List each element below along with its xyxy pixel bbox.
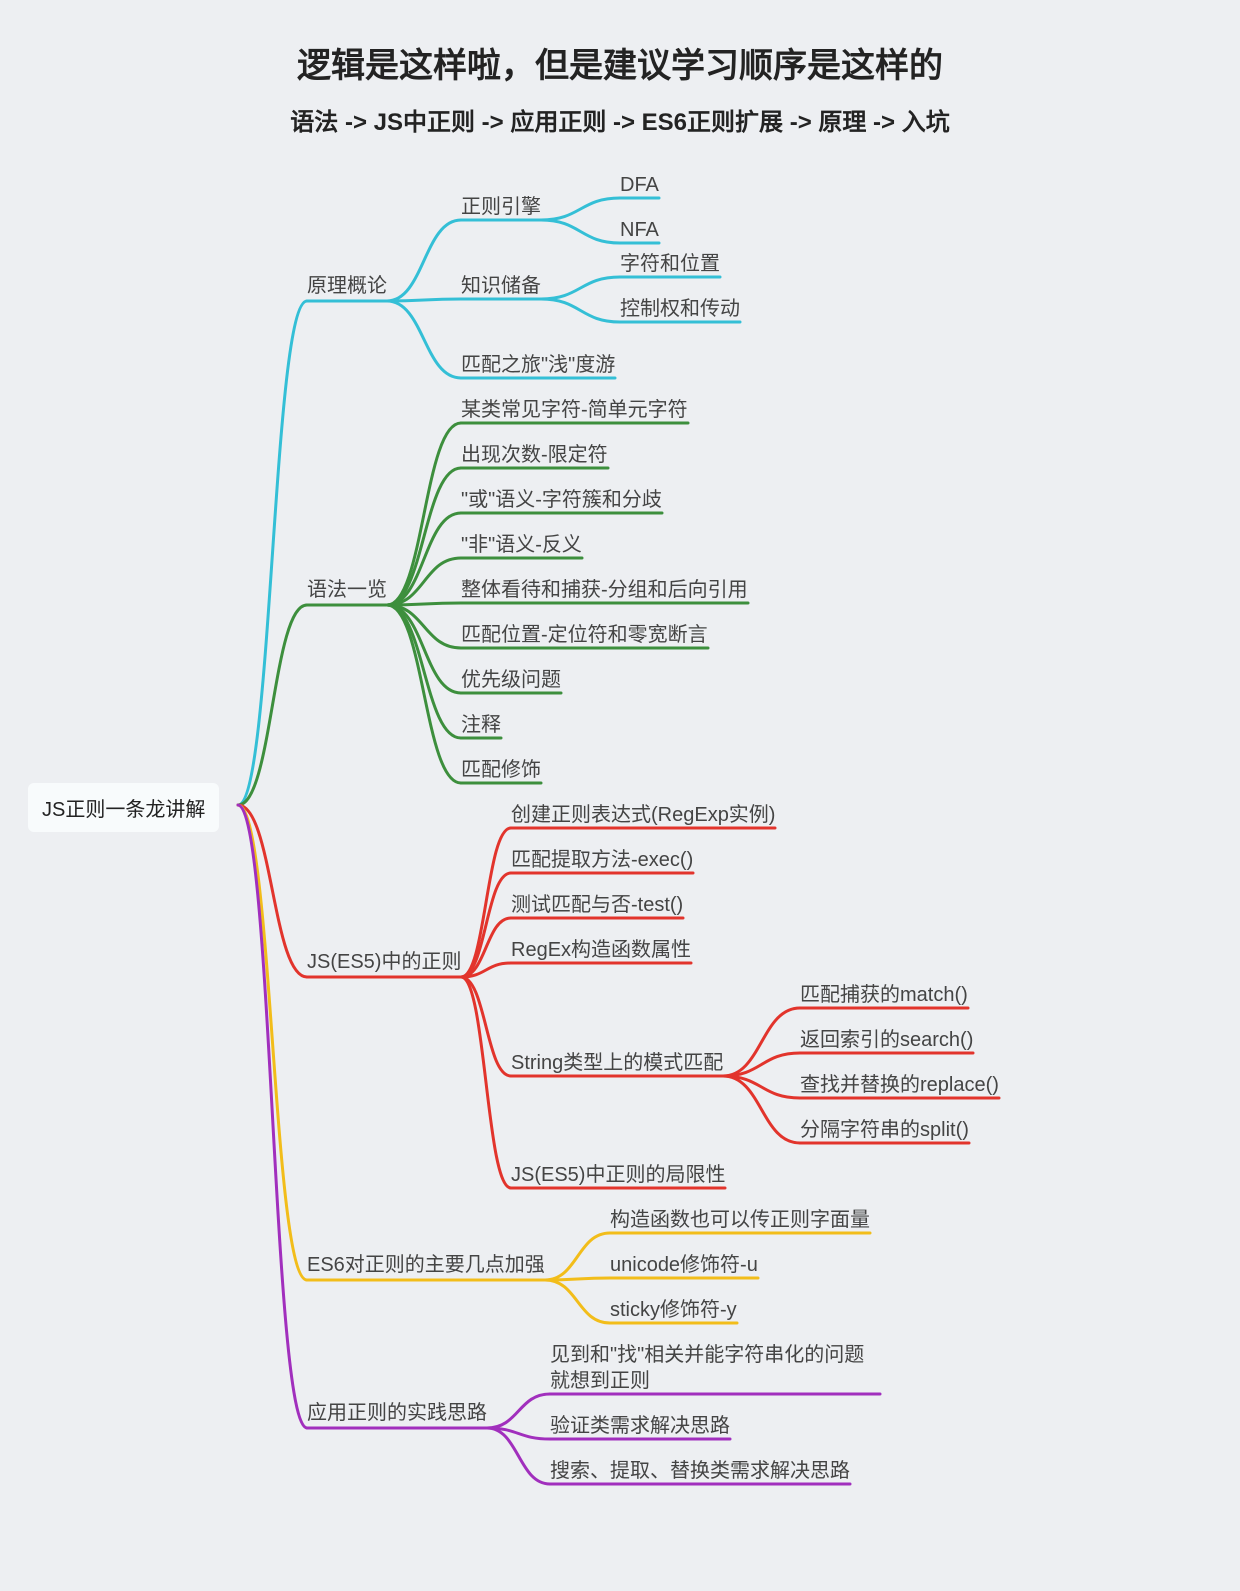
node-b3c6: JS(ES5)中正则的局限性: [511, 1162, 725, 1188]
node-b1c1b: NFA: [620, 217, 659, 243]
node-b3c5b: 返回索引的search(): [800, 1027, 973, 1053]
node-b1c1a: DFA: [620, 172, 659, 198]
node-b2c6: 匹配位置-定位符和零宽断言: [461, 622, 708, 648]
branch-b1: 原理概论: [307, 273, 387, 299]
node-b5c1: 见到和"找"相关并能字符串化的问题就想到正则: [550, 1342, 880, 1394]
node-b2c7: 优先级问题: [461, 667, 561, 693]
node-b1c2: 知识储备: [461, 273, 541, 299]
node-b4c3: sticky修饰符-y: [610, 1297, 737, 1323]
root-node: JS正则一条龙讲解: [28, 783, 219, 832]
node-b1c3: 匹配之旅"浅"度游: [461, 352, 615, 378]
node-b2c1: 某类常见字符-简单元字符: [461, 397, 688, 423]
node-b2c5: 整体看待和捕获-分组和后向引用: [461, 577, 748, 603]
node-b2c8: 注释: [461, 712, 501, 738]
node-b3c1: 创建正则表达式(RegExp实例): [511, 802, 775, 828]
node-b3c4: RegEx构造函数属性: [511, 937, 691, 963]
node-b5c3: 搜索、提取、替换类需求解决思路: [550, 1458, 850, 1484]
node-b4c2: unicode修饰符-u: [610, 1252, 758, 1278]
node-b3c3: 测试匹配与否-test(): [511, 892, 683, 918]
node-b3c5c: 查找并替换的replace(): [800, 1072, 999, 1098]
node-b3c5: String类型上的模式匹配: [511, 1050, 723, 1076]
node-b1c2b: 控制权和传动: [620, 296, 740, 322]
node-b5c2: 验证类需求解决思路: [550, 1413, 730, 1439]
branch-b4: ES6对正则的主要几点加强: [307, 1252, 545, 1278]
branch-b5: 应用正则的实践思路: [307, 1400, 487, 1426]
node-b3c5a: 匹配捕获的match(): [800, 982, 968, 1008]
node-b3c5d: 分隔字符串的split(): [800, 1117, 969, 1143]
branch-b2: 语法一览: [307, 577, 387, 603]
node-b2c9: 匹配修饰: [461, 757, 541, 783]
node-b3c2: 匹配提取方法-exec(): [511, 847, 693, 873]
mindmap-canvas: 逻辑是这样啦，但是建议学习顺序是这样的 语法 -> JS中正则 -> 应用正则 …: [0, 0, 1240, 1591]
node-b2c2: 出现次数-限定符: [461, 442, 608, 468]
branch-b3: JS(ES5)中的正则: [307, 949, 461, 975]
node-b4c1: 构造函数也可以传正则字面量: [610, 1207, 870, 1233]
node-b2c3: "或"语义-字符簇和分歧: [461, 487, 662, 513]
page-subtitle: 语法 -> JS中正则 -> 应用正则 -> ES6正则扩展 -> 原理 -> …: [0, 102, 1240, 137]
node-b1c1: 正则引擎: [461, 194, 541, 220]
node-b2c4: "非"语义-反义: [461, 532, 582, 558]
node-b1c2a: 字符和位置: [620, 251, 720, 277]
page-title: 逻辑是这样啦，但是建议学习顺序是这样的: [0, 38, 1240, 87]
